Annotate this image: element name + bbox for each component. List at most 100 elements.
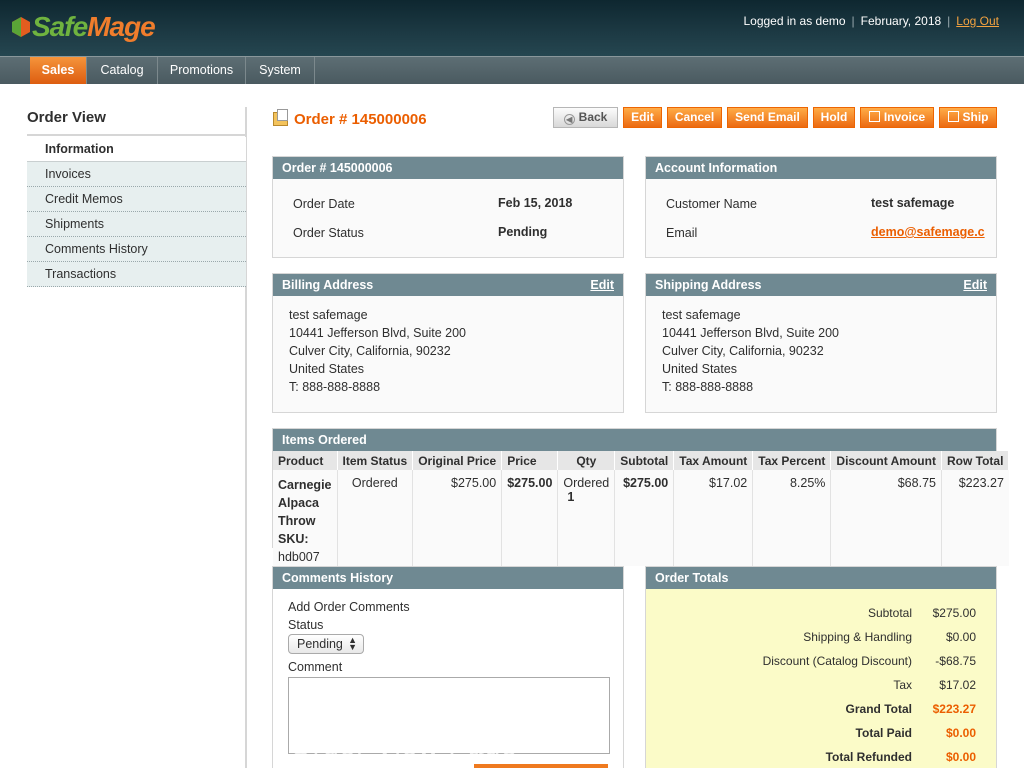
price-cell: $275.00 [501, 470, 559, 566]
address-line: 10441 Jefferson Blvd, Suite 200 [289, 326, 466, 340]
address-line: T: 888-888-8888 [662, 380, 754, 394]
discount-value: -$68.75 [935, 654, 976, 668]
sidebar-item-invoices[interactable]: Invoices [27, 162, 246, 187]
sidebar-item-comments-history[interactable]: Comments History [27, 237, 246, 262]
order-icon [273, 109, 288, 126]
order-status-label: Order Status [293, 226, 364, 240]
items-ordered-panel: Items Ordered Product Item Status Origin… [272, 428, 1010, 566]
column-header: Tax Percent [752, 451, 832, 470]
edit-order-button[interactable]: Edit [623, 107, 662, 128]
submit-comment-button[interactable] [474, 764, 608, 768]
total-paid-label: Total Paid [855, 726, 912, 740]
qty-label: Ordered [563, 476, 610, 490]
qty-cell: Ordered 1 [557, 470, 616, 566]
table-row: Carnegie Alpaca Throw SKU: hdb007 Ordere… [273, 470, 1009, 566]
column-header: Qty [557, 451, 616, 470]
sidebar-item-credit-memos[interactable]: Credit Memos [27, 187, 246, 212]
billing-address: test safemage 10441 Jefferson Blvd, Suit… [273, 296, 623, 406]
subtotal-value: $275.00 [932, 606, 976, 620]
grand-total-label: Grand Total [845, 702, 912, 716]
nav-system[interactable]: System [246, 57, 315, 84]
ship-button[interactable]: Ship [939, 107, 997, 128]
ship-icon [947, 111, 959, 122]
sidebar-title: Order View [27, 109, 106, 126]
shipping-address: test safemage 10441 Jefferson Blvd, Suit… [646, 296, 996, 406]
select-arrows-icon: ▲ ▼ [348, 635, 357, 652]
billing-title: Billing Address [282, 278, 374, 292]
separator: | [947, 14, 951, 28]
panel-title: Comments History [273, 567, 623, 589]
email-label: Email [666, 226, 698, 240]
grand-total-value: $223.27 [932, 702, 976, 716]
order-date-value: Feb 15, 2018 [498, 196, 573, 210]
shipping-value: $0.00 [945, 630, 976, 644]
watermark: Order View Page [290, 730, 518, 761]
product-name-line: Carnegie [278, 478, 332, 492]
order-info-panel: Order # 145000006 Order Date Feb 15, 201… [272, 156, 624, 258]
address-line: United States [289, 362, 365, 376]
sku-value: hdb007 [278, 550, 320, 564]
column-header: Discount Amount [830, 451, 942, 470]
subtotal-label: Subtotal [867, 606, 912, 620]
ship-button-label: Ship [962, 110, 989, 124]
edit-shipping-link[interactable]: Edit [963, 274, 987, 296]
address-line: test safemage [662, 308, 741, 322]
total-refunded-value: $0.00 [945, 750, 976, 764]
panel-title: Order # 145000006 [273, 157, 623, 179]
logo-text-safe: Safe [32, 11, 88, 42]
items-table: Product Item Status Original Price Price… [273, 451, 1010, 566]
tax-value: $17.02 [939, 678, 976, 692]
address-line: Culver City, California, 90232 [289, 344, 451, 358]
logout-link[interactable]: Log Out [956, 14, 999, 28]
address-line: test safemage [289, 308, 368, 322]
nav-promotions[interactable]: Promotions [158, 57, 246, 84]
column-header: Price [501, 451, 559, 470]
address-line: United States [662, 362, 738, 376]
main-nav: Sales Catalog Promotions System [0, 56, 1024, 84]
panel-title: Shipping Address Edit [646, 274, 996, 296]
logo[interactable]: Safe Mage [12, 10, 156, 44]
address-line: 10441 Jefferson Blvd, Suite 200 [662, 326, 839, 340]
column-header: Original Price [412, 451, 503, 470]
column-header: Item Status [337, 451, 414, 470]
account-info-panel: Account Information Customer Name test s… [645, 156, 997, 258]
status-label: Status [288, 618, 324, 632]
sidebar-item-transactions[interactable]: Transactions [27, 262, 246, 287]
total-refunded-label: Total Refunded [825, 750, 912, 764]
edit-billing-link[interactable]: Edit [590, 274, 614, 296]
row-total-cell: $223.27 [941, 470, 1009, 566]
sku-label: SKU: [278, 532, 309, 546]
order-status-value: Pending [498, 225, 548, 239]
status-select[interactable]: Pending ▲ ▼ [288, 634, 364, 654]
send-email-button[interactable]: Send Email [727, 107, 808, 128]
nav-sales[interactable]: Sales [30, 57, 87, 84]
divider [27, 134, 246, 136]
product-cell: Carnegie Alpaca Throw SKU: hdb007 [273, 470, 338, 566]
cancel-order-button[interactable]: Cancel [667, 107, 722, 128]
invoice-icon [868, 111, 880, 122]
back-button[interactable]: ◀ Back [553, 107, 618, 128]
back-button-label: Back [578, 110, 608, 124]
nav-catalog[interactable]: Catalog [87, 57, 158, 84]
product-name-line: Throw [278, 514, 316, 528]
page-title: Order # 145000006 [294, 111, 427, 128]
address-line: T: 888-888-8888 [289, 380, 381, 394]
invoice-button[interactable]: Invoice [860, 107, 934, 128]
back-arrow-icon: ◀ [563, 114, 575, 125]
total-paid-value: $0.00 [945, 726, 976, 740]
customer-email-link[interactable]: demo@safemage.c [871, 225, 985, 239]
order-totals-panel: Order Totals Subtotal $275.00 Shipping &… [645, 566, 997, 768]
sidebar-item-information[interactable]: Information [27, 137, 246, 162]
panel-title: Billing Address Edit [273, 274, 623, 296]
sidebar-item-shipments[interactable]: Shipments [27, 212, 246, 237]
discount-label: Discount (Catalog Discount) [762, 654, 912, 668]
hold-button[interactable]: Hold [813, 107, 855, 128]
column-header: Subtotal [614, 451, 675, 470]
original-price-cell: $275.00 [412, 470, 503, 566]
logged-in-text: Logged in as demo [743, 14, 846, 28]
tax-label: Tax [893, 678, 912, 692]
panel-title: Items Ordered [273, 429, 996, 451]
shipping-label: Shipping & Handling [803, 630, 912, 644]
column-header: Product [273, 451, 338, 470]
qty-value: 1 [567, 490, 575, 504]
